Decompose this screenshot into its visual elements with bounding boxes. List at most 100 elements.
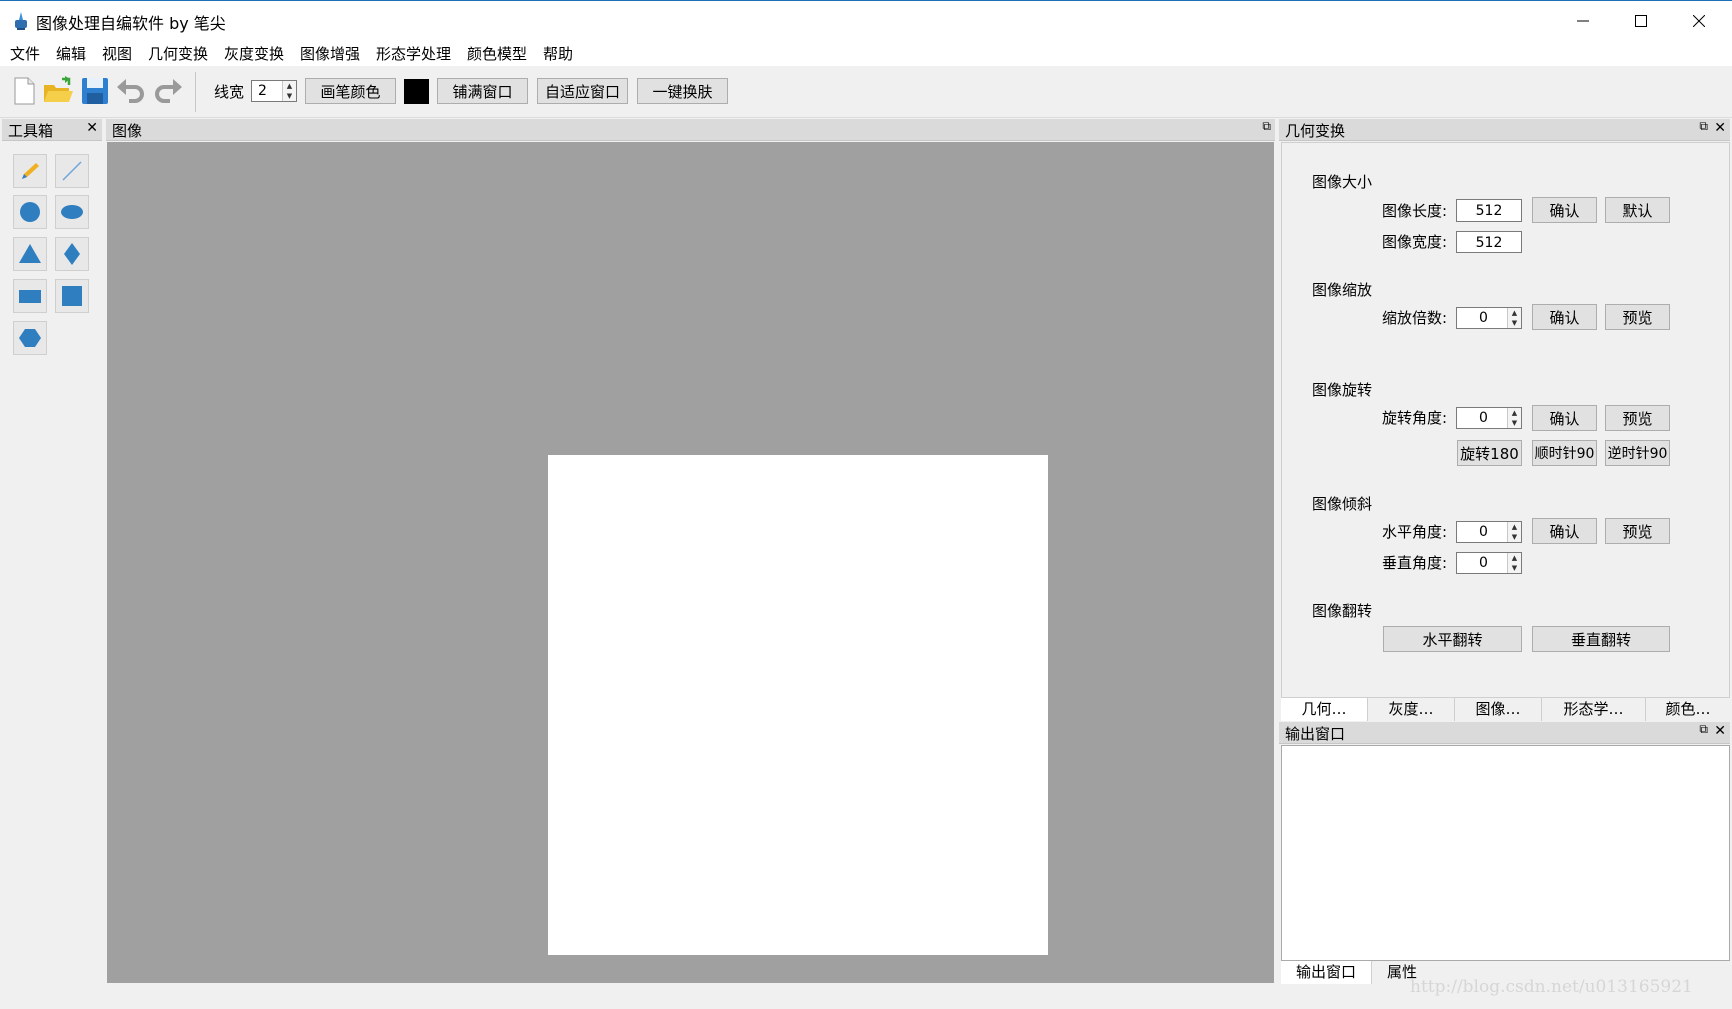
scale-confirm-button[interactable]: 确认: [1532, 304, 1597, 330]
window-title: 图像处理自编软件 by 笔尖: [36, 14, 226, 33]
line-width-label: 线宽: [214, 83, 245, 101]
fill-window-button[interactable]: 铺满窗口: [437, 78, 528, 104]
tab-output[interactable]: 输出窗口: [1281, 961, 1372, 984]
tab-grayscale[interactable]: 灰度…: [1368, 698, 1455, 721]
new-file-icon[interactable]: [8, 75, 40, 107]
section-image-shear: 图像倾斜: [1312, 495, 1373, 513]
image-canvas[interactable]: [548, 455, 1048, 955]
spin-arrows[interactable]: ▲ ▼: [282, 81, 296, 101]
shear-confirm-button[interactable]: 确认: [1532, 518, 1597, 544]
diamond-tool-icon[interactable]: [55, 237, 89, 271]
pen-tool-icon[interactable]: [13, 154, 47, 188]
spin-arrows[interactable]: ▲ ▼: [1507, 522, 1521, 542]
canvas-area[interactable]: [107, 142, 1274, 983]
rotate-preview-button[interactable]: 预览: [1605, 405, 1670, 431]
spin-arrows[interactable]: ▲ ▼: [1507, 408, 1521, 428]
pen-color-button[interactable]: 画笔颜色: [305, 78, 396, 104]
toolbox-dock: 工具箱 ✕: [0, 119, 104, 981]
menu-geometry[interactable]: 几何变换: [148, 43, 208, 64]
horizontal-angle-label: 水平角度:: [1382, 523, 1448, 541]
maximize-button[interactable]: [1612, 1, 1670, 41]
fit-window-button[interactable]: 自适应窗口: [537, 78, 628, 104]
redo-icon[interactable]: [152, 75, 184, 107]
hexagon-tool-icon[interactable]: [13, 321, 47, 355]
line-width-spinbox[interactable]: 2 ▲ ▼: [251, 80, 297, 102]
line-tool-icon[interactable]: [55, 154, 89, 188]
toolbar: 线宽 2 ▲ ▼ 画笔颜色 铺满窗口 自适应窗口 一键换肤: [0, 66, 1732, 118]
app-icon: [15, 12, 27, 30]
geometry-dock-header: 几何变换 ⧉ ✕: [1279, 119, 1730, 141]
close-icon[interactable]: ✕: [1714, 120, 1726, 136]
horizontal-angle-spinbox[interactable]: 0 ▲ ▼: [1456, 521, 1522, 543]
undo-icon[interactable]: [115, 75, 147, 107]
change-skin-button[interactable]: 一键换肤: [637, 78, 728, 104]
image-width-label: 图像宽度:: [1382, 233, 1448, 251]
rotate-angle-label: 旋转角度:: [1382, 409, 1448, 427]
scale-factor-spinbox[interactable]: 0 ▲ ▼: [1456, 307, 1522, 329]
spin-arrows[interactable]: ▲ ▼: [1507, 308, 1521, 328]
scale-factor-value: 0: [1479, 310, 1488, 326]
pen-color-swatch[interactable]: [404, 79, 429, 104]
scale-factor-label: 缩放倍数:: [1382, 309, 1448, 327]
tab-geometry[interactable]: 几何…: [1281, 698, 1368, 721]
size-confirm-button[interactable]: 确认: [1532, 197, 1597, 223]
section-image-rotate: 图像旋转: [1312, 381, 1373, 399]
menu-help[interactable]: 帮助: [543, 43, 573, 64]
rotate-angle-value: 0: [1479, 410, 1488, 426]
menu-view[interactable]: 视图: [102, 43, 132, 64]
menu-enhance[interactable]: 图像增强: [300, 43, 360, 64]
triangle-tool-icon[interactable]: [13, 237, 47, 271]
open-folder-icon[interactable]: [42, 75, 74, 107]
minimize-button[interactable]: [1554, 1, 1612, 41]
rotate-confirm-button[interactable]: 确认: [1532, 405, 1597, 431]
close-icon[interactable]: ✕: [1714, 723, 1726, 739]
geometry-dock-title: 几何变换: [1285, 122, 1346, 140]
rectangle-tool-icon[interactable]: [13, 279, 47, 313]
output-text-area[interactable]: [1281, 745, 1730, 961]
scale-preview-button[interactable]: 预览: [1605, 304, 1670, 330]
image-length-label: 图像长度:: [1382, 202, 1448, 220]
rotate-angle-spinbox[interactable]: 0 ▲ ▼: [1456, 407, 1522, 429]
rotate-180-button[interactable]: 旋转180: [1457, 440, 1522, 466]
menu-color-model[interactable]: 颜色模型: [467, 43, 527, 64]
ellipse-tool-icon[interactable]: [55, 195, 89, 229]
toolbox-title: 工具箱: [8, 122, 54, 140]
flip-horizontal-button[interactable]: 水平翻转: [1383, 626, 1522, 652]
circle-tool-icon[interactable]: [13, 195, 47, 229]
close-icon: [1693, 15, 1705, 27]
image-length-input[interactable]: 512: [1456, 199, 1522, 222]
close-button[interactable]: [1670, 1, 1728, 41]
menu-edit[interactable]: 编辑: [56, 43, 86, 64]
menu-morphology[interactable]: 形态学处理: [376, 43, 451, 64]
toolbar-separator: [195, 72, 196, 112]
tab-morphology[interactable]: 形态学…: [1542, 698, 1646, 721]
tab-color[interactable]: 颜色…: [1646, 698, 1730, 721]
menu-bar: 文件 编辑 视图 几何变换 灰度变换 图像增强 形态学处理 颜色模型 帮助: [0, 40, 1732, 66]
panel-tabs: 几何… 灰度… 图像… 形态学… 颜色…: [1281, 698, 1730, 721]
rotate-cw90-button[interactable]: 顺时针90: [1532, 440, 1597, 466]
title-bar: 图像处理自编软件 by 笔尖: [0, 0, 1732, 40]
vertical-angle-spinbox[interactable]: 0 ▲ ▼: [1456, 552, 1522, 574]
rotate-ccw90-button[interactable]: 逆时针90: [1605, 440, 1670, 466]
size-default-button[interactable]: 默认: [1605, 197, 1670, 223]
vertical-angle-value: 0: [1479, 555, 1488, 571]
menu-file[interactable]: 文件: [10, 43, 40, 64]
section-image-size: 图像大小: [1312, 173, 1373, 191]
tab-enhance[interactable]: 图像…: [1455, 698, 1542, 721]
horizontal-angle-value: 0: [1479, 524, 1488, 540]
geometry-panel: 图像大小 图像长度: 512 确认 默认 图像宽度: 512 图像缩放 缩放倍数…: [1281, 142, 1730, 698]
save-icon[interactable]: [79, 75, 111, 107]
float-icon[interactable]: ⧉: [1699, 119, 1708, 134]
spin-arrows[interactable]: ▲ ▼: [1507, 553, 1521, 573]
shear-preview-button[interactable]: 预览: [1605, 518, 1670, 544]
watermark: http://blog.csdn.net/u013165921: [1410, 977, 1693, 997]
close-icon[interactable]: ✕: [86, 120, 98, 136]
square-tool-icon[interactable]: [55, 279, 89, 313]
float-icon[interactable]: ⧉: [1699, 722, 1708, 737]
image-width-input[interactable]: 512: [1456, 231, 1522, 253]
maximize-icon: [1635, 15, 1647, 27]
flip-vertical-button[interactable]: 垂直翻转: [1532, 626, 1670, 652]
float-icon[interactable]: ⧉: [1262, 119, 1271, 134]
menu-grayscale[interactable]: 灰度变换: [224, 43, 284, 64]
minimize-icon: [1577, 20, 1589, 22]
